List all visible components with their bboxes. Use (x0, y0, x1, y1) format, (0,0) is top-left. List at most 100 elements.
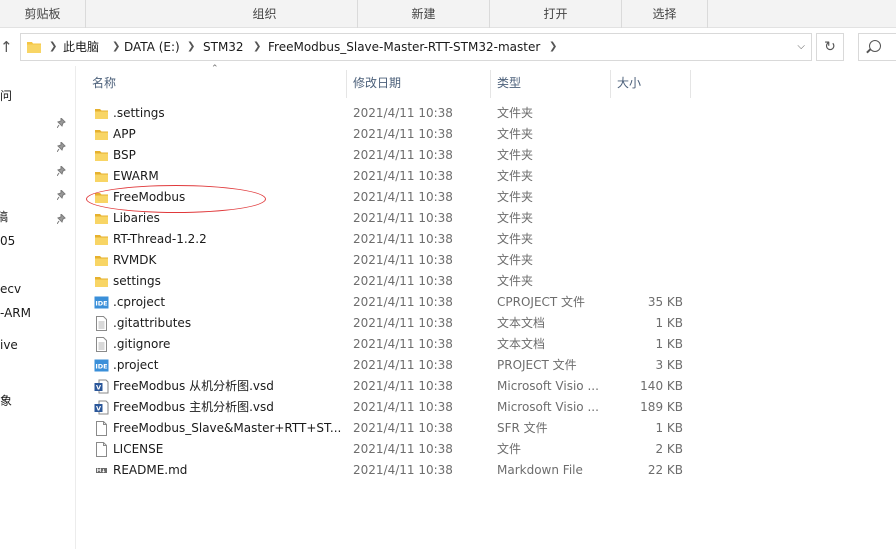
file-size (611, 124, 683, 145)
file-row[interactable]: README.md 2021/4/11 10:38 Markdown File 22 … (88, 460, 696, 481)
file-type: 文件夹 (497, 106, 534, 120)
nav-item[interactable]: ive (0, 335, 18, 355)
file-size (611, 250, 683, 271)
file-row[interactable]: V FreeModbus 主机分析图.vsd 2021/4/11 10:38 Micr… (88, 397, 696, 418)
file-modified-date: 2021/4/11 10:38 (353, 127, 453, 141)
file-modified-date: 2021/4/11 10:38 (353, 148, 453, 162)
file-name: FreeModbus 主机分析图.vsd (113, 400, 274, 414)
file-row[interactable]: RT-Thread-1.2.2 2021/4/11 10:38 文件夹 (88, 229, 696, 250)
file-size: 2 KB (655, 442, 683, 456)
file-type: SFR 文件 (497, 421, 548, 435)
breadcrumb-drive[interactable]: DATA (E:) (124, 34, 180, 60)
nav-item[interactable]: 问 (0, 86, 12, 106)
ribbon-group-organize[interactable]: 组织 (172, 0, 358, 28)
breadcrumb-this-pc[interactable]: 此电脑 (63, 34, 99, 60)
column-header-name[interactable]: 名称 (92, 70, 116, 96)
chevron-right-icon[interactable]: ❯ (549, 34, 557, 60)
svg-text:V: V (96, 384, 101, 392)
visio-icon: V (94, 379, 109, 394)
file-type: Microsoft Visio ... (497, 379, 599, 393)
file-row[interactable]: .settings 2021/4/11 10:38 文件夹 (88, 103, 696, 124)
file-row[interactable]: IDE .project 2021/4/11 10:38 PROJECT 文件 3 KB (88, 355, 696, 376)
file-modified-date: 2021/4/11 10:38 (353, 337, 453, 351)
file-type: 文本文档 (497, 337, 546, 351)
up-arrow-icon[interactable]: ↑ (0, 38, 16, 56)
ribbon: 剪贴板 组织 新建 打开 选择 (0, 0, 896, 28)
breadcrumb-current-folder[interactable]: FreeModbus_Slave-Master-RTT-STM32-master (268, 34, 540, 60)
file-modified-date: 2021/4/11 10:38 (353, 421, 453, 435)
file-size (611, 271, 683, 292)
file-row[interactable]: EWARM 2021/4/11 10:38 文件夹 (88, 166, 696, 187)
nav-item[interactable]: 稿 (0, 207, 8, 227)
folder-icon (94, 274, 109, 289)
file-row[interactable]: APP 2021/4/11 10:38 文件夹 (88, 124, 696, 145)
nav-item[interactable]: -ARM (0, 303, 31, 323)
column-divider[interactable] (490, 70, 491, 98)
folder-icon (94, 148, 109, 163)
file-name: .cproject (113, 295, 166, 309)
search-icon (869, 40, 881, 52)
column-divider[interactable] (690, 70, 691, 98)
pin-icon[interactable] (57, 190, 67, 200)
file-row[interactable]: .gitignore 2021/4/11 10:38 文本文档 1 KB (88, 334, 696, 355)
address-bar[interactable]: ❯ 此电脑 ❯ DATA (E:) ❯ STM32 ❯ FreeModbus_S… (20, 33, 812, 61)
ide-icon: IDE (94, 358, 109, 373)
file-row[interactable]: settings 2021/4/11 10:38 文件夹 (88, 271, 696, 292)
file-name: .settings (113, 106, 165, 120)
pin-icon[interactable] (57, 142, 67, 152)
ribbon-group-clipboard[interactable]: 剪贴板 (0, 0, 86, 28)
file-size (611, 229, 683, 250)
file-type: 文件夹 (497, 127, 534, 141)
file-row[interactable]: BSP 2021/4/11 10:38 文件夹 (88, 145, 696, 166)
file-row[interactable]: IDE .cproject 2021/4/11 10:38 CPROJECT 文件 35… (88, 292, 696, 313)
file-size: 140 KB (640, 379, 683, 393)
file-row[interactable]: .gitattributes 2021/4/11 10:38 文本文档 1 KB (88, 313, 696, 334)
file-row[interactable]: V FreeModbus 从机分析图.vsd 2021/4/11 10:38 Micr… (88, 376, 696, 397)
file-type: 文件 (497, 442, 522, 456)
file-row[interactable]: RVMDK 2021/4/11 10:38 文件夹 (88, 250, 696, 271)
nav-item[interactable]: 05 (0, 231, 15, 251)
file-modified-date: 2021/4/11 10:38 (353, 106, 453, 120)
file-size (611, 166, 683, 187)
nav-item[interactable]: ecv (0, 279, 21, 299)
column-divider[interactable] (346, 70, 347, 98)
navigation-pane[interactable]: 问 稿 05 ecv -ARM ive 象 (0, 66, 76, 549)
sort-ascending-icon: ⌃ (211, 64, 219, 74)
chevron-down-icon[interactable]: ⌵ (797, 34, 805, 60)
file-type: CPROJECT 文件 (497, 295, 586, 309)
file-modified-date: 2021/4/11 10:38 (353, 190, 453, 204)
folder-icon (94, 106, 109, 121)
ribbon-group-open[interactable]: 打开 (490, 0, 622, 28)
ide-icon: IDE (94, 295, 109, 310)
file-type: PROJECT 文件 (497, 358, 577, 372)
ribbon-group-new[interactable]: 新建 (358, 0, 490, 28)
column-divider[interactable] (610, 70, 611, 98)
chevron-right-icon[interactable]: ❯ (187, 34, 195, 60)
column-header-date[interactable]: 修改日期 (353, 70, 401, 96)
file-row[interactable]: LICENSE 2021/4/11 10:38 文件 2 KB (88, 439, 696, 460)
pin-icon[interactable] (57, 214, 67, 224)
ribbon-group-select[interactable]: 选择 (622, 0, 708, 28)
chevron-right-icon[interactable]: ❯ (112, 34, 120, 60)
breadcrumb-stm32[interactable]: STM32 (203, 34, 244, 60)
svg-text:IDE: IDE (95, 300, 107, 308)
column-header-type[interactable]: 类型 (497, 70, 521, 96)
column-header-size[interactable]: 大小 (617, 70, 641, 96)
file-type: 文件夹 (497, 274, 534, 288)
refresh-button[interactable]: ↻ (816, 33, 844, 61)
file-size: 35 KB (647, 295, 683, 309)
file-size: 1 KB (655, 316, 683, 330)
file-type: 文件夹 (497, 232, 534, 246)
pin-icon[interactable] (57, 166, 67, 176)
chevron-right-icon[interactable]: ❯ (49, 34, 57, 60)
file-type: 文件夹 (497, 253, 534, 267)
file-name: settings (113, 274, 161, 288)
file-row[interactable]: FreeModbus_Slave&Master+RTT+ST... 2021/4/… (88, 418, 696, 439)
file-modified-date: 2021/4/11 10:38 (353, 295, 453, 309)
address-row: ↑ ❯ 此电脑 ❯ DATA (E:) ❯ STM32 ❯ FreeModbus… (0, 28, 896, 66)
pin-icon[interactable] (57, 118, 67, 128)
search-input[interactable] (858, 33, 896, 61)
nav-item[interactable]: 象 (0, 391, 12, 411)
chevron-right-icon[interactable]: ❯ (253, 34, 261, 60)
blank-file-icon (94, 421, 109, 436)
